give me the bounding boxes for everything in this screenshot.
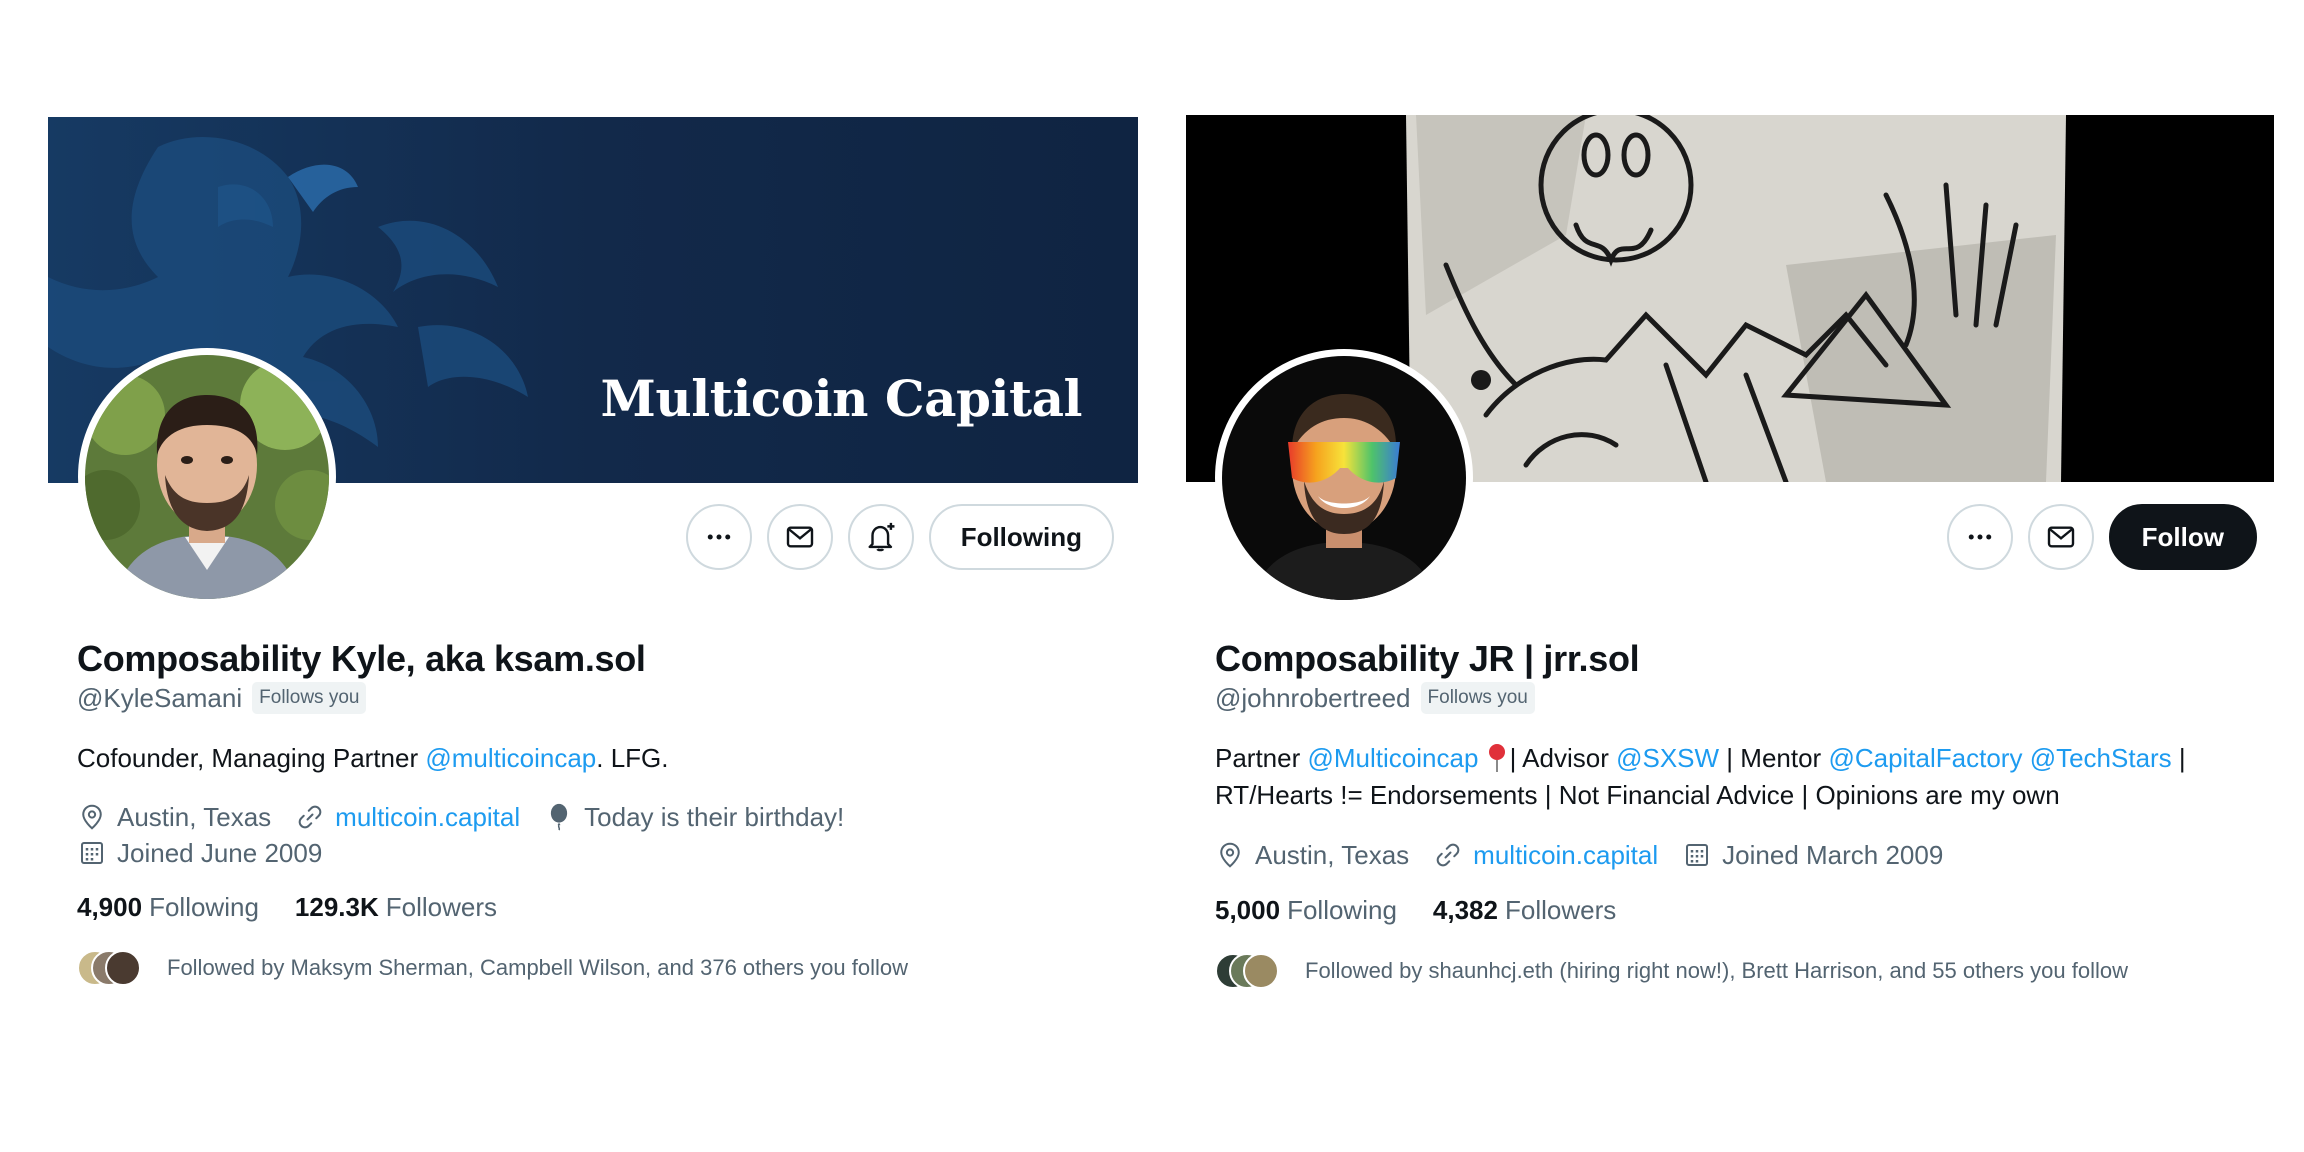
avatar-photo <box>1222 356 1466 600</box>
joined-item: Joined March 2009 <box>1682 837 1943 873</box>
followed-by-text: Followed by Maksym Sherman, Campbell Wil… <box>167 955 908 980</box>
following-button[interactable]: Following <box>928 504 1114 570</box>
followed-by-text: Followed by shaunhcj.eth (hiring right n… <box>1305 958 2128 983</box>
follow-stats: 4,900 Following 129.3K Followers <box>77 892 497 923</box>
joined-text: Joined June 2009 <box>117 838 323 868</box>
followed-by-row[interactable]: Followed by Maksym Sherman, Campbell Wil… <box>77 950 908 986</box>
envelope-icon <box>786 526 813 548</box>
bio-text: | Mentor <box>1719 743 1829 773</box>
bio-mention-link[interactable]: @CapitalFactory <box>1828 743 2022 773</box>
user-handle: @johnrobertreed <box>1215 682 1411 713</box>
mutual-avatar <box>1243 953 1279 989</box>
more-button[interactable] <box>685 504 752 570</box>
bio-mention-link[interactable]: @multicoincap <box>425 743 596 773</box>
balloon-icon <box>551 803 568 831</box>
following-stat[interactable]: 4,900 Following <box>77 892 259 923</box>
following-count: 4,900 <box>77 892 143 922</box>
bio-text: | <box>2171 743 2186 773</box>
location-text: Austin, Texas <box>117 802 272 832</box>
followers-label: Followers <box>1504 895 1617 925</box>
link-icon <box>1436 843 1460 867</box>
following-label: Following <box>149 892 259 922</box>
followers-count: 129.3K <box>294 892 379 922</box>
profile-avatar[interactable] <box>1215 349 1473 607</box>
more-icon <box>707 534 730 540</box>
calendar-icon <box>81 842 103 864</box>
user-handle: @KyleSamani <box>77 682 243 713</box>
website-link[interactable]: multicoin.capital <box>335 799 520 835</box>
bio-text: Partner <box>1215 743 1308 773</box>
location-item: Austin, Texas <box>1215 837 1409 873</box>
link-icon <box>298 805 322 829</box>
location-pin-icon <box>1220 842 1240 868</box>
more-button[interactable] <box>1946 504 2013 570</box>
message-button[interactable] <box>766 504 833 570</box>
handle-row: @johnrobertreed Follows you <box>1215 682 1535 714</box>
bio-text <box>2022 743 2029 773</box>
follows-you-badge: Follows you <box>1420 682 1535 714</box>
bio-text: Cofounder, Managing Partner <box>77 743 426 773</box>
bio-mention-link[interactable]: @SXSW <box>1616 743 1719 773</box>
location-pin-icon <box>82 804 102 830</box>
following-count: 5,000 <box>1215 895 1281 925</box>
bell-plus-icon <box>868 522 895 552</box>
calendar-icon <box>1686 844 1709 866</box>
mutual-avatars <box>1215 953 1279 989</box>
followers-label: Followers <box>385 892 497 922</box>
follow-stats: 5,000 Following 4,382 Followers <box>1215 895 1616 926</box>
mutual-avatar <box>105 950 141 986</box>
birthday-item: Today is their birthday! <box>544 799 844 835</box>
profile-meta: Austin, Texas multicoin.capital Today is… <box>77 799 868 871</box>
bio-text: RT/Hearts != Endorsements | Not Financia… <box>1215 780 2060 810</box>
profile-avatar[interactable] <box>78 348 336 606</box>
pin-emoji-icon <box>1488 744 1505 772</box>
followers-stat[interactable]: 129.3K Followers <box>295 892 497 923</box>
display-name: Composability Kyle, aka ksam.sol <box>77 638 646 679</box>
joined-item: Joined June 2009 <box>77 835 322 871</box>
joined-text: Joined March 2009 <box>1722 840 1944 870</box>
mutual-avatars <box>77 950 141 986</box>
avatar-photo <box>85 355 329 599</box>
profile-card-jr: Follow Composability JR | jrr.sol @johnr… <box>1186 0 2274 1152</box>
profile-actions: Following <box>685 504 1114 570</box>
bio-mention-link[interactable]: @TechStars <box>2030 743 2172 773</box>
followed-by-row[interactable]: Followed by shaunhcj.eth (hiring right n… <box>1215 953 2128 989</box>
follow-button[interactable]: Follow <box>2108 504 2257 570</box>
profile-bio: Cofounder, Managing Partner @multicoinca… <box>77 740 669 777</box>
followers-stat[interactable]: 4,382 Followers <box>1433 895 1616 926</box>
bio-text: . LFG. <box>596 743 669 773</box>
follows-you-badge: Follows you <box>252 682 367 714</box>
profile-bio: Partner @Multicoincap | Advisor @SXSW | … <box>1215 740 2265 814</box>
profile-card-kyle: Multicoin Capital Following Composabilit… <box>48 0 1138 1152</box>
handle-row: @KyleSamani Follows you <box>77 682 367 714</box>
envelope-icon <box>2047 526 2074 548</box>
profile-actions: Follow <box>1946 504 2257 570</box>
followers-count: 4,382 <box>1432 895 1498 925</box>
website-item[interactable]: multicoin.capital <box>1433 837 1658 873</box>
location-text: Austin, Texas <box>1255 840 1410 870</box>
location-item: Austin, Texas <box>77 799 271 835</box>
bio-mention-link[interactable]: @Multicoincap <box>1308 743 1479 773</box>
display-name: Composability JR | jrr.sol <box>1215 638 1640 679</box>
message-button[interactable] <box>2027 504 2094 570</box>
birthday-text: Today is their birthday! <box>584 802 845 832</box>
following-stat[interactable]: 5,000 Following <box>1215 895 1397 926</box>
bio-text <box>1478 743 1485 773</box>
banner-brand-text: Multicoin Capital <box>600 369 1083 428</box>
website-item[interactable]: multicoin.capital <box>295 799 520 835</box>
more-icon <box>1968 534 1991 540</box>
profile-meta: Austin, Texas multicoin.capital Joined M… <box>1215 837 1967 873</box>
following-label: Following <box>1287 895 1397 925</box>
bio-text: | Advisor <box>1509 743 1617 773</box>
website-link[interactable]: multicoin.capital <box>1473 837 1658 873</box>
notifications-button[interactable] <box>847 504 914 570</box>
